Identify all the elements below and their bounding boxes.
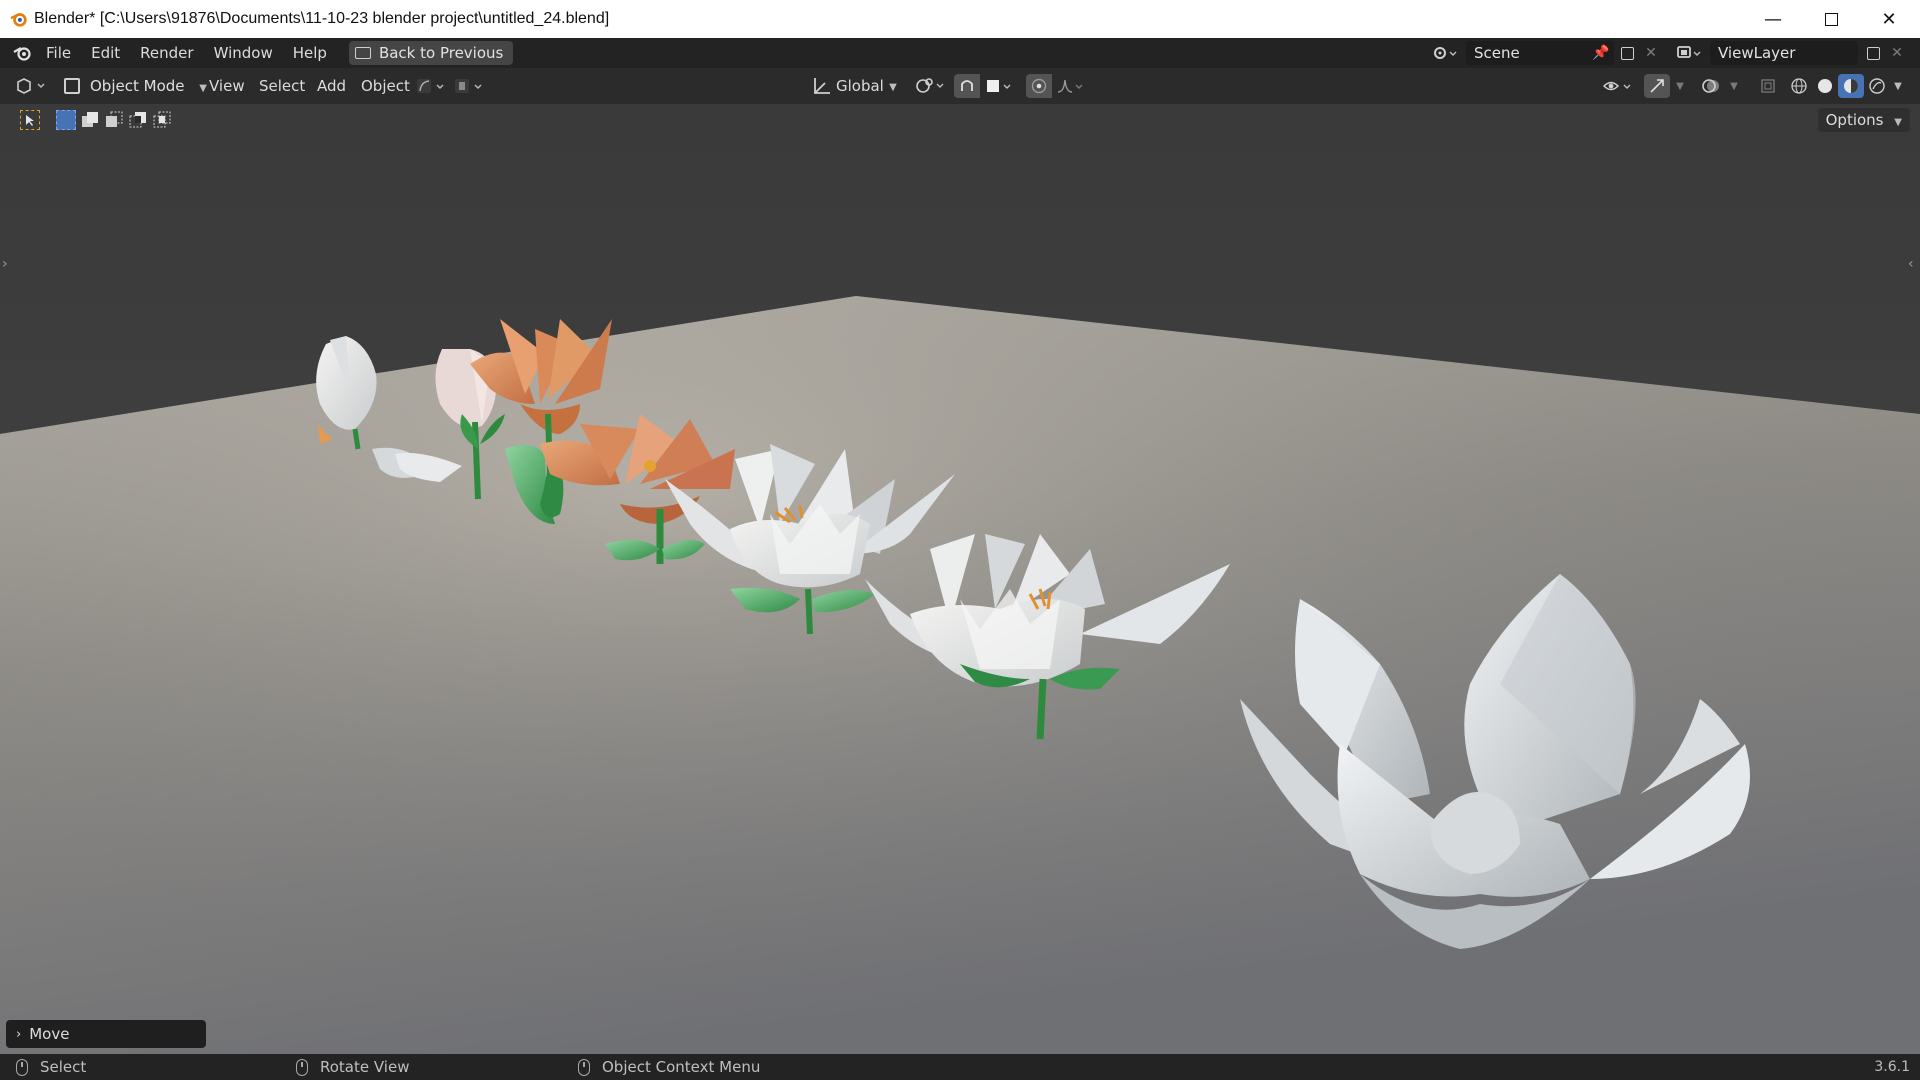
snap-toggle-icon[interactable] bbox=[954, 74, 980, 98]
window-titlebar: Blender* [C:\Users\91876\Documents\11-10… bbox=[0, 0, 1920, 38]
last-operation-panel[interactable]: › Move bbox=[6, 1020, 206, 1048]
view-layer-name-field[interactable]: ViewLayer bbox=[1710, 41, 1858, 65]
blender-menu-icon[interactable] bbox=[10, 38, 36, 68]
transform-orientation-label[interactable]: Global bbox=[836, 74, 884, 98]
select-tool-icon[interactable] bbox=[20, 110, 40, 130]
gizmo-toggle-icon[interactable] bbox=[1644, 74, 1670, 98]
menu-edit[interactable]: Edit bbox=[81, 38, 130, 68]
status-select-label: Select bbox=[40, 1058, 87, 1076]
mouse-right-icon bbox=[578, 1058, 590, 1076]
select-extend-icon[interactable] bbox=[80, 110, 100, 130]
editor-type-icon[interactable] bbox=[12, 74, 50, 98]
status-context-menu: Object Context Menu bbox=[578, 1054, 760, 1080]
blender-logo-icon bbox=[8, 8, 30, 30]
pin-icon[interactable]: 📌 bbox=[1590, 42, 1612, 64]
wireframe-shading-icon[interactable] bbox=[1786, 74, 1812, 98]
chevron-down-icon[interactable]: ▼ bbox=[1672, 74, 1688, 98]
scene-selector-icon[interactable] bbox=[1428, 42, 1462, 64]
menu-help[interactable]: Help bbox=[283, 38, 337, 68]
interaction-mode-dropdown[interactable]: Object Mode ▼ bbox=[58, 74, 229, 98]
chevron-right-icon: › bbox=[16, 1026, 22, 1042]
3d-viewport[interactable]: › ‹ bbox=[0, 104, 1920, 1054]
select-invert-icon[interactable] bbox=[128, 110, 148, 130]
view-layer-selector-icon[interactable] bbox=[1672, 42, 1706, 64]
viewport-options-dropdown[interactable]: Options ▼ bbox=[1817, 108, 1910, 132]
back-to-previous-label: Back to Previous bbox=[378, 44, 504, 62]
select-subtract-icon[interactable] bbox=[104, 110, 124, 130]
status-rotate-view: Rotate View bbox=[296, 1054, 409, 1080]
snap-settings-icon[interactable] bbox=[452, 76, 488, 96]
mouse-left-icon bbox=[16, 1058, 28, 1076]
delete-view-layer-icon[interactable]: ✕ bbox=[1886, 42, 1908, 64]
transform-orientation-icon[interactable] bbox=[806, 74, 838, 98]
status-rotate-view-label: Rotate View bbox=[320, 1058, 410, 1076]
select-new-icon[interactable] bbox=[56, 110, 76, 130]
chevron-down-icon: ▼ bbox=[1894, 117, 1902, 128]
status-bar: Select Rotate View Object Context Menu 3… bbox=[0, 1054, 1920, 1080]
options-label: Options bbox=[1825, 111, 1884, 129]
solid-shading-icon[interactable] bbox=[1812, 74, 1838, 98]
view-layer-name: ViewLayer bbox=[1718, 44, 1796, 62]
chevron-down-icon[interactable]: ▼ bbox=[1890, 74, 1906, 98]
toolbar-expand-icon[interactable]: › bbox=[2, 256, 8, 272]
back-to-previous-icon bbox=[354, 47, 371, 59]
rendered-shading-icon[interactable] bbox=[1864, 74, 1890, 98]
material-preview-shading-icon[interactable] bbox=[1838, 74, 1864, 98]
viewport-menu-add[interactable]: Add bbox=[317, 74, 346, 98]
window-title: Blender* [C:\Users\91876\Documents\11-10… bbox=[34, 10, 610, 27]
scene-render bbox=[0, 296, 1920, 1054]
select-intersect-icon[interactable] bbox=[152, 110, 172, 130]
menu-file[interactable]: File bbox=[36, 38, 81, 68]
overlays-toggle-icon[interactable] bbox=[1698, 74, 1724, 98]
chevron-down-icon: ▼ bbox=[199, 83, 207, 94]
new-view-layer-icon[interactable] bbox=[1862, 42, 1884, 64]
maximize-icon[interactable] bbox=[1802, 0, 1860, 38]
sidebar-expand-icon[interactable]: ‹ bbox=[1908, 256, 1914, 272]
xray-toggle-icon[interactable] bbox=[1756, 74, 1780, 98]
snap-element-icon[interactable] bbox=[982, 74, 1018, 98]
status-context-menu-label: Object Context Menu bbox=[602, 1058, 761, 1076]
viewport-menu-object[interactable]: Object bbox=[361, 74, 410, 98]
status-select: Select bbox=[16, 1054, 86, 1080]
viewport-menu-view[interactable]: View bbox=[209, 74, 245, 98]
minimize-icon[interactable]: — bbox=[1744, 0, 1802, 38]
back-to-previous-button[interactable]: Back to Previous bbox=[348, 41, 514, 65]
chevron-down-icon[interactable]: ▼ bbox=[886, 80, 900, 94]
last-operation-label: Move bbox=[29, 1025, 70, 1043]
delete-scene-icon[interactable]: ✕ bbox=[1640, 42, 1662, 64]
transform-pivot-icon[interactable] bbox=[914, 74, 948, 98]
object-mode-icon bbox=[64, 78, 80, 94]
scene-name: Scene bbox=[1474, 44, 1520, 62]
visibility-selectability-icon[interactable] bbox=[1600, 74, 1636, 98]
snap-target-icon[interactable] bbox=[414, 76, 450, 96]
proportional-falloff-icon[interactable] bbox=[1054, 74, 1090, 98]
viewport-menu-select[interactable]: Select bbox=[259, 74, 305, 98]
close-icon[interactable]: ✕ bbox=[1860, 0, 1918, 38]
mouse-middle-icon bbox=[296, 1058, 308, 1076]
interaction-mode-label: Object Mode bbox=[90, 77, 185, 95]
menu-render[interactable]: Render bbox=[130, 38, 203, 68]
proportional-editing-icon[interactable] bbox=[1026, 74, 1052, 98]
new-scene-icon[interactable] bbox=[1616, 42, 1638, 64]
blender-version: 3.6.1 bbox=[1874, 1059, 1910, 1075]
chevron-down-icon[interactable]: ▼ bbox=[1726, 74, 1742, 98]
menu-window[interactable]: Window bbox=[204, 38, 283, 68]
